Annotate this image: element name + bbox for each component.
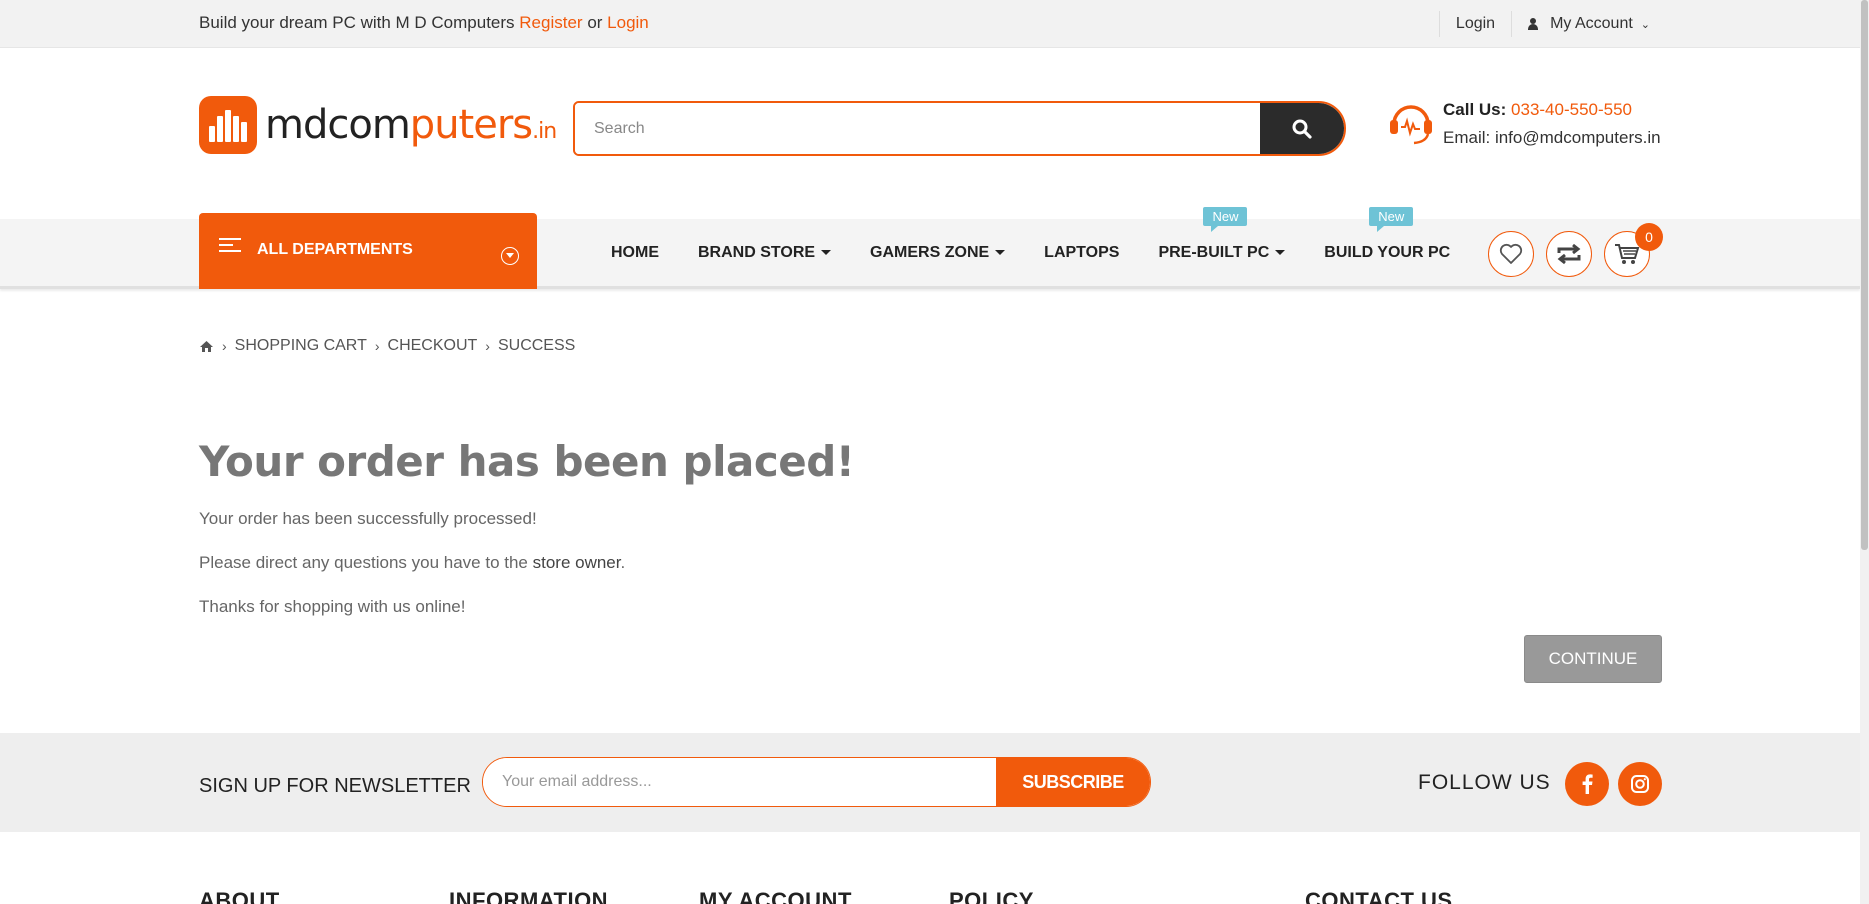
logo-wordmark: mdcomputers.in bbox=[265, 102, 557, 148]
site-logo[interactable]: mdcomputers.in bbox=[199, 96, 557, 154]
follow-us-label: FOLLOW US bbox=[1418, 771, 1551, 794]
all-departments-button[interactable]: ALL DEPARTMENTS bbox=[199, 213, 537, 289]
chevron-down-icon: ⌄ bbox=[1640, 18, 1650, 31]
breadcrumb-checkout[interactable]: CHECKOUT bbox=[388, 337, 478, 355]
chevron-down-circle-icon bbox=[501, 247, 519, 265]
nav-laptops[interactable]: LAPTOPS bbox=[1044, 244, 1119, 262]
user-icon bbox=[1528, 18, 1539, 30]
scrollbar-thumb[interactable] bbox=[1861, 0, 1868, 550]
nav-action-icons: 0 bbox=[1488, 223, 1663, 277]
questions-message: Please direct any questions you have to … bbox=[199, 553, 626, 572]
cart-count-badge: 0 bbox=[1635, 223, 1663, 251]
welcome-message: Build your dream PC with M D Computers R… bbox=[199, 13, 649, 33]
login-top-link[interactable]: Login bbox=[1456, 15, 1495, 33]
compare-icon bbox=[1557, 243, 1581, 265]
subscribe-button[interactable]: SUBSCRIBE bbox=[996, 758, 1150, 806]
new-badge: New bbox=[1369, 206, 1414, 232]
top-bar: Build your dream PC with M D Computers R… bbox=[0, 0, 1860, 48]
cart-icon bbox=[1615, 244, 1640, 264]
email-line: Email: info@mdcomputers.in bbox=[1443, 128, 1661, 147]
search-bar bbox=[573, 101, 1346, 156]
main-menu: HOME BRAND STORE GAMERS ZONE LAPTOPS New… bbox=[611, 206, 1489, 286]
all-departments-label: ALL DEPARTMENTS bbox=[257, 241, 413, 258]
footer-heading-policy: POLICY bbox=[949, 888, 1034, 904]
nav-pre-built-pc[interactable]: New PRE-BUILT PC bbox=[1158, 206, 1286, 262]
footer-heading-contact-us: CONTACT US bbox=[1305, 888, 1453, 904]
nav-gamers-zone[interactable]: GAMERS ZONE bbox=[870, 244, 1006, 262]
success-message: Your order has been successfully process… bbox=[199, 509, 537, 528]
divider bbox=[1511, 11, 1513, 37]
page-scrollbar[interactable] bbox=[1860, 0, 1869, 904]
call-label: Call Us: bbox=[1443, 100, 1507, 119]
footer-heading-information: INFORMATION bbox=[449, 888, 609, 904]
chevron-right-icon: › bbox=[374, 338, 380, 354]
nav-build-your-pc[interactable]: New BUILD YOUR PC bbox=[1324, 206, 1450, 262]
breadcrumb-success[interactable]: SUCCESS bbox=[498, 337, 575, 355]
search-button[interactable] bbox=[1260, 103, 1344, 154]
caret-down-icon bbox=[995, 249, 1006, 255]
top-account-links: Login My Account ⌄ bbox=[1423, 0, 1650, 48]
nav-brand-store[interactable]: BRAND STORE bbox=[698, 244, 832, 262]
menu-icon bbox=[219, 238, 241, 256]
instagram-icon bbox=[1631, 775, 1649, 793]
or-text: or bbox=[582, 13, 608, 32]
phone-line: Call Us: 033-40-550-550 bbox=[1443, 96, 1683, 124]
home-icon[interactable] bbox=[199, 340, 214, 353]
phone-number[interactable]: 033-40-550-550 bbox=[1511, 100, 1632, 119]
nav-home[interactable]: HOME bbox=[611, 244, 659, 262]
footer-heading-my-account: MY ACCOUNT bbox=[699, 888, 852, 904]
continue-button[interactable]: CONTINUE bbox=[1524, 635, 1662, 683]
register-link[interactable]: Register bbox=[519, 13, 582, 32]
compare-button[interactable] bbox=[1546, 231, 1592, 277]
page: Build your dream PC with M D Computers R… bbox=[0, 0, 1869, 904]
instagram-button[interactable] bbox=[1618, 762, 1662, 806]
new-badge: New bbox=[1203, 206, 1248, 232]
search-input[interactable] bbox=[575, 103, 1260, 154]
my-account-label: My Account bbox=[1550, 15, 1633, 32]
logo-mark-icon bbox=[199, 96, 257, 154]
my-account-dropdown[interactable]: My Account ⌄ bbox=[1528, 15, 1650, 33]
wishlist-button[interactable] bbox=[1488, 231, 1534, 277]
login-link[interactable]: Login bbox=[607, 13, 649, 32]
facebook-button[interactable] bbox=[1565, 762, 1609, 806]
caret-down-icon bbox=[821, 249, 832, 255]
newsletter-section: SIGN UP FOR NEWSLETTER SUBSCRIBE FOLLOW … bbox=[0, 733, 1860, 832]
thanks-message: Thanks for shopping with us online! bbox=[199, 597, 466, 616]
headset-icon bbox=[1390, 105, 1432, 145]
breadcrumb-shopping-cart[interactable]: SHOPPING CART bbox=[235, 337, 367, 355]
caret-down-icon bbox=[1275, 249, 1286, 255]
store-owner-link[interactable]: store owner bbox=[533, 553, 621, 572]
heart-icon bbox=[1499, 243, 1523, 264]
welcome-text: Build your dream PC with M D Computers bbox=[199, 13, 520, 32]
newsletter-form: SUBSCRIBE bbox=[482, 757, 1151, 807]
page-title: Your order has been placed! bbox=[199, 437, 855, 486]
chevron-right-icon: › bbox=[485, 338, 490, 354]
search-icon bbox=[1292, 119, 1312, 139]
chevron-right-icon: › bbox=[222, 338, 227, 354]
newsletter-title: SIGN UP FOR NEWSLETTER bbox=[199, 775, 471, 797]
footer-heading-about: ABOUT bbox=[199, 888, 280, 904]
cart-button[interactable]: 0 bbox=[1604, 223, 1663, 277]
breadcrumb: › SHOPPING CART › CHECKOUT › SUCCESS bbox=[199, 337, 575, 355]
divider bbox=[1438, 11, 1440, 37]
facebook-icon bbox=[1582, 774, 1593, 794]
newsletter-email-input[interactable] bbox=[483, 758, 996, 806]
